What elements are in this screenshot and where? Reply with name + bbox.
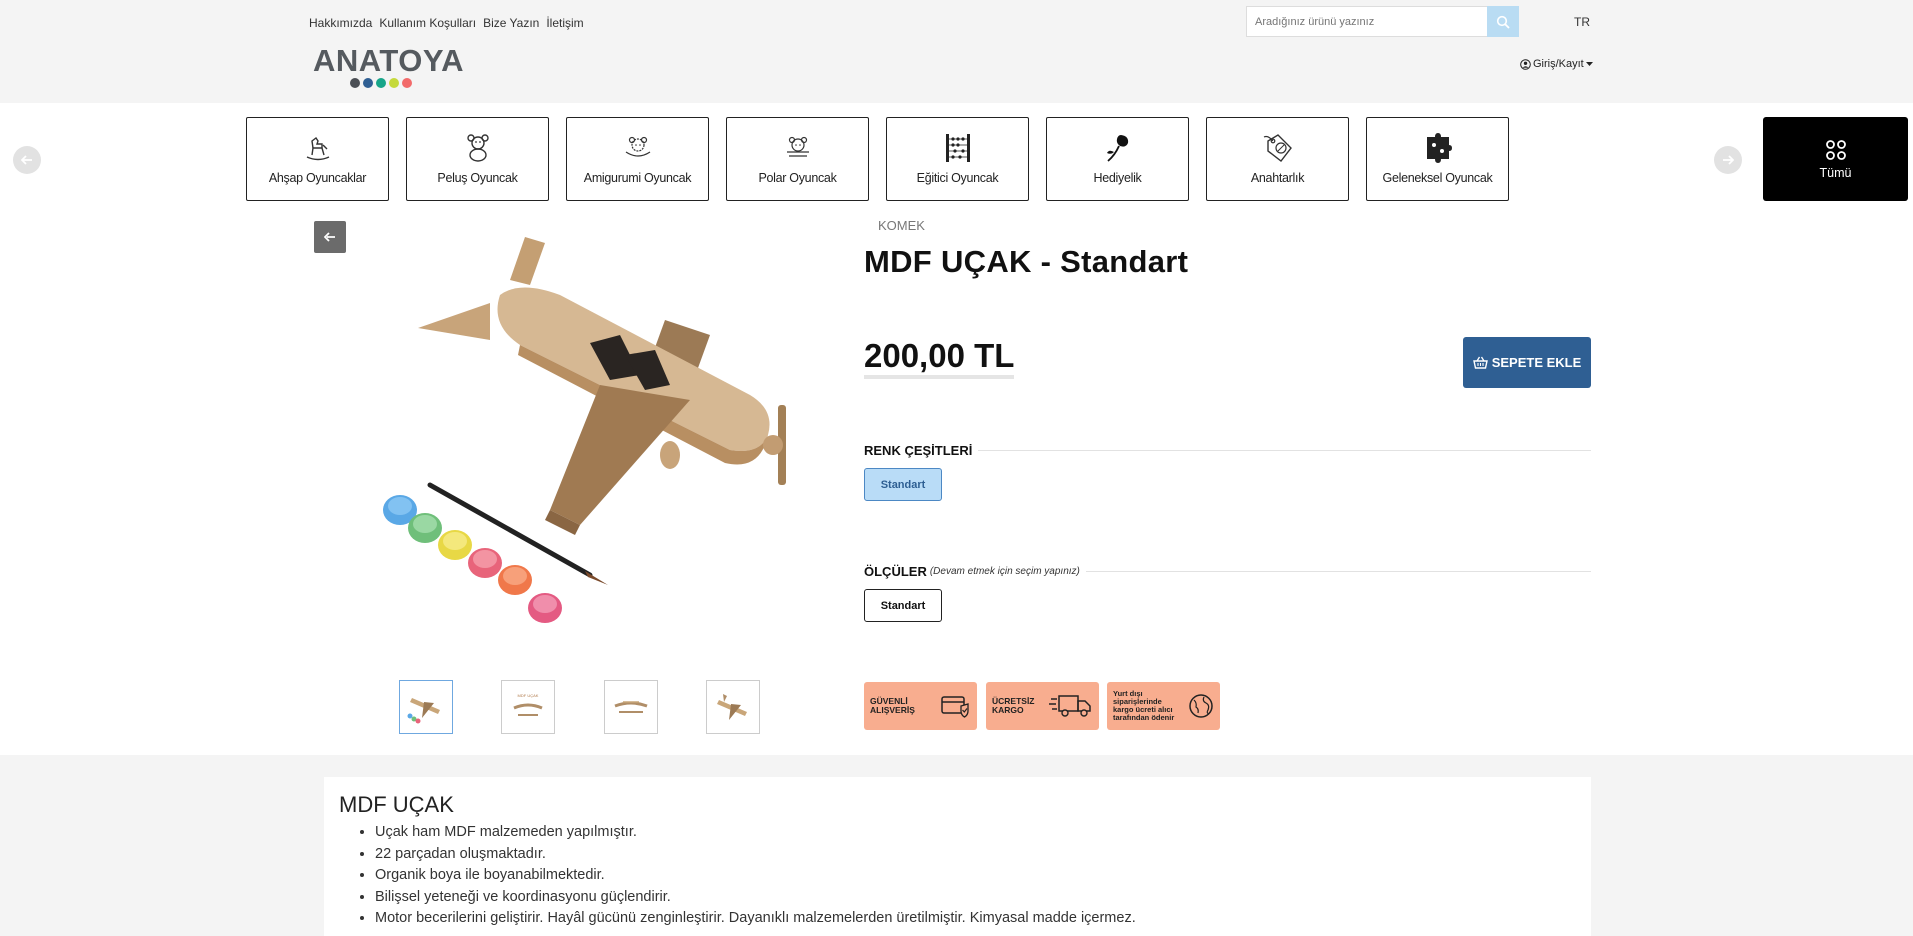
product-price: 200,00 TL <box>864 337 1015 379</box>
logo-text: ANATOYA <box>313 43 465 78</box>
thumbnail-image <box>407 698 440 724</box>
color-section-title: RENK ÇEŞİTLERİ <box>864 443 973 458</box>
badge-text: GÜVENLİ ALIŞVERİŞ <box>870 696 915 715</box>
secure-card-icon <box>941 696 969 718</box>
tag-icon <box>1263 134 1292 162</box>
globe-icon <box>1189 694 1213 718</box>
rose-icon <box>1106 135 1128 162</box>
search-icon <box>1497 15 1510 29</box>
description-item: Uçak ham MDF malzemeden yapılmıştır. <box>375 822 1576 844</box>
arrow-left-icon <box>21 155 32 165</box>
language-selector[interactable]: TR <box>1574 15 1590 29</box>
category-label: Eğitici Oyuncak <box>916 171 999 185</box>
category-polar-toys[interactable]: Polar Oyuncak <box>726 117 869 201</box>
product-title: MDF UÇAK - Standart <box>864 244 1189 279</box>
grid-icon <box>1825 139 1846 160</box>
size-section-header: ÖLÇÜLER (Devam etmek için seçim yapınız) <box>864 564 1591 579</box>
arrow-left-icon <box>324 232 335 242</box>
teddy-bear-icon <box>466 134 489 162</box>
size-option-standart[interactable]: Standart <box>864 589 942 622</box>
description-list: Uçak ham MDF malzemeden yapılmıştır. 22 … <box>375 822 1576 930</box>
abacus-icon <box>945 134 970 162</box>
category-label: Amigurumi Oyuncak <box>583 171 692 185</box>
category-plush-toys[interactable]: Peluş Oyuncak <box>406 117 549 201</box>
basket-icon <box>1472 356 1488 369</box>
all-categories-label: Tümü <box>1819 165 1852 180</box>
logo-dot <box>389 78 399 88</box>
description-item: 22 parçadan oluşmaktadır. <box>375 844 1576 866</box>
caret-down-icon <box>1585 61 1593 66</box>
product-description: MDF UÇAK Uçak ham MDF malzemeden yapılmı… <box>324 777 1591 936</box>
search-button[interactable] <box>1487 6 1519 37</box>
thumbnail-image <box>717 694 747 720</box>
link-about[interactable]: Hakkımızda <box>309 16 372 30</box>
amigurumi-bear-icon <box>625 136 650 157</box>
category-next-button[interactable] <box>1714 146 1742 174</box>
logo-dots <box>350 78 453 88</box>
description-item: Motor becerilerini geliştirir. Hayâl güc… <box>375 908 1576 930</box>
category-keychains[interactable]: Anahtarlık <box>1206 117 1349 201</box>
site-logo[interactable]: ANATOYA <box>313 43 465 89</box>
category-gifts[interactable]: Hediyelik <box>1046 117 1189 201</box>
link-contact[interactable]: İletişim <box>546 16 583 30</box>
site-header: Hakkımızda Kullanım Koşulları Bize Yazın… <box>0 0 1913 103</box>
category-amigurumi-toys[interactable]: Amigurumi Oyuncak <box>566 117 709 201</box>
category-label: Anahtarlık <box>1250 171 1305 185</box>
logo-dot <box>350 78 360 88</box>
link-terms[interactable]: Kullanım Koşulları <box>379 16 476 30</box>
search-input[interactable] <box>1246 6 1488 37</box>
badge-text: ÜCRETSİZ KARGO <box>992 696 1035 715</box>
logo-dot <box>402 78 412 88</box>
product-thumbnail[interactable] <box>399 680 453 734</box>
badge-text: Yurt dışı siparişlerinde kargo ücreti al… <box>1113 689 1175 722</box>
polar-bear-icon <box>786 136 809 157</box>
size-section-title: ÖLÇÜLER <box>864 564 927 579</box>
category-label: Hediyelik <box>1093 171 1142 185</box>
top-links: Hakkımızda Kullanım Koşulları Bize Yazın… <box>309 16 584 30</box>
color-option-standart[interactable]: Standart <box>864 468 942 501</box>
puzzle-icon <box>1426 133 1452 163</box>
add-to-cart-label: SEPETE EKLE <box>1491 355 1582 370</box>
user-circle-icon <box>1520 58 1531 70</box>
thumbnail-image <box>614 701 648 713</box>
product-brand[interactable]: KOMEK <box>878 218 925 233</box>
badge-international-shipping: Yurt dışı siparişlerinde kargo ücreti al… <box>1107 682 1220 730</box>
product-thumbnail[interactable] <box>706 680 760 734</box>
back-button[interactable] <box>314 221 346 253</box>
category-label: Peluş Oyuncak <box>437 171 518 185</box>
product-thumbnail[interactable] <box>604 680 658 734</box>
link-write-us[interactable]: Bize Yazın <box>483 16 539 30</box>
login-label: Giriş/Kayıt <box>1533 58 1584 70</box>
section-divider <box>978 450 1591 451</box>
section-divider <box>1085 571 1591 572</box>
category-educational-toys[interactable]: Eğitici Oyuncak <box>886 117 1029 201</box>
logo-dot <box>376 78 386 88</box>
product-main-image[interactable] <box>370 225 810 645</box>
category-traditional-toys[interactable]: Geleneksel Oyuncak <box>1366 117 1509 201</box>
login-dropdown[interactable]: Giriş/Kayıt <box>1520 58 1593 70</box>
arrow-right-icon <box>1723 155 1734 165</box>
add-to-cart-button[interactable]: SEPETE EKLE <box>1463 337 1591 388</box>
logo-dot <box>363 78 373 88</box>
color-section-header: RENK ÇEŞİTLERİ <box>864 443 1591 458</box>
description-item: Organik boya ile boyanabilmektedir. <box>375 865 1576 887</box>
category-wooden-toys[interactable]: Ahşap Oyuncaklar <box>246 117 389 201</box>
rocking-horse-icon <box>306 136 329 161</box>
truck-icon <box>1049 695 1091 717</box>
all-categories-button[interactable]: Tümü <box>1763 117 1908 201</box>
svg-text:MDF UÇAK: MDF UÇAK <box>518 693 539 698</box>
category-prev-button[interactable] <box>13 146 41 174</box>
description-heading: MDF UÇAK <box>339 792 454 817</box>
category-label: Geleneksel Oyuncak <box>1382 171 1493 185</box>
size-section-note: (Devam etmek için seçim yapınız) <box>929 566 1080 577</box>
product-thumbnail[interactable]: MDF UÇAK <box>501 680 555 734</box>
badge-secure-shopping: GÜVENLİ ALIŞVERİŞ <box>864 682 977 730</box>
search-bar <box>1246 6 1519 37</box>
description-item: Bilişsel yeteneği ve koordinasyonu güçle… <box>375 887 1576 909</box>
thumbnail-image: MDF UÇAK <box>513 693 543 716</box>
category-label: Ahşap Oyuncaklar <box>268 171 367 185</box>
category-label: Polar Oyuncak <box>758 171 837 185</box>
badge-free-shipping: ÜCRETSİZ KARGO <box>986 682 1099 730</box>
